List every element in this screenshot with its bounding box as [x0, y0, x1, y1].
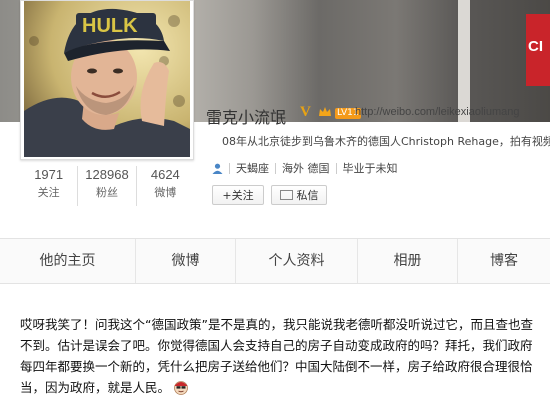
profile-url-link[interactable]: http://weibo.com/leikexiaoliumang [355, 106, 519, 118]
message-button-label: 私信 [296, 189, 319, 202]
stat-followers[interactable]: 128968 粉丝 [78, 166, 137, 206]
message-button[interactable]: 私信 [271, 185, 327, 205]
tab-album[interactable]: 相册 [358, 239, 458, 283]
stat-following[interactable]: 1971 关注 [20, 166, 79, 206]
banner-poster: CI [526, 14, 550, 86]
post-text: 哎呀我笑了！问我这个“德国政策”是不是真的，我只能说我老德听都没听说过它，而且查… [20, 317, 533, 395]
profile-description: 08年从北京徒步到乌鲁木齐的德国人Christoph Rehage，拍有视频 [222, 135, 550, 148]
meta-divider [275, 162, 276, 174]
location-text: 海外 德国 [282, 162, 330, 175]
post-content: 哎呀我笑了！问我这个“德国政策”是不是真的，我只能说我老德听都没听说过它，而且查… [20, 314, 544, 398]
tab-home[interactable]: 他的主页 [0, 239, 136, 283]
stat-followers-label: 粉丝 [95, 186, 118, 199]
school-text: 毕业于未知 [342, 162, 398, 175]
tab-profile-info[interactable]: 个人资料 [236, 239, 358, 283]
tab-weibo[interactable]: 微博 [136, 239, 236, 283]
stat-posts-label: 微博 [154, 186, 177, 199]
meta-divider [229, 162, 230, 174]
profile-tabs: 他的主页 微博 个人资料 相册 博客 [0, 238, 550, 284]
stat-following-label: 关注 [37, 186, 60, 199]
banner-poster-text: CI [528, 38, 543, 55]
stat-following-count: 1971 [34, 167, 64, 182]
profile-stats: 1971 关注 128968 粉丝 4624 微博 [20, 166, 194, 206]
person-icon [212, 163, 223, 174]
profile-name: 雷克小流氓 [206, 108, 287, 127]
crown-icon[interactable] [318, 106, 332, 118]
meta-divider [335, 162, 337, 174]
banner-road-marking [458, 0, 470, 122]
stat-posts-count: 4624 [150, 167, 180, 182]
tab-blog[interactable]: 博客 [458, 239, 550, 283]
avatar-photo: HULK [24, 1, 190, 157]
cool-face-emoji-icon [174, 381, 188, 395]
envelope-icon [279, 190, 293, 200]
avatar[interactable]: HULK [20, 0, 194, 160]
stat-followers-count: 128968 [85, 167, 129, 182]
stat-posts[interactable]: 4624 微博 [137, 166, 194, 206]
verified-badge[interactable]: V [300, 104, 311, 121]
follow-button[interactable]: +关注 [212, 185, 264, 205]
profile-meta: 天蝎座 海外 德国 毕业于未知 [212, 160, 398, 176]
constellation-text: 天蝎座 [236, 162, 269, 175]
svg-text:HULK: HULK [82, 15, 138, 37]
